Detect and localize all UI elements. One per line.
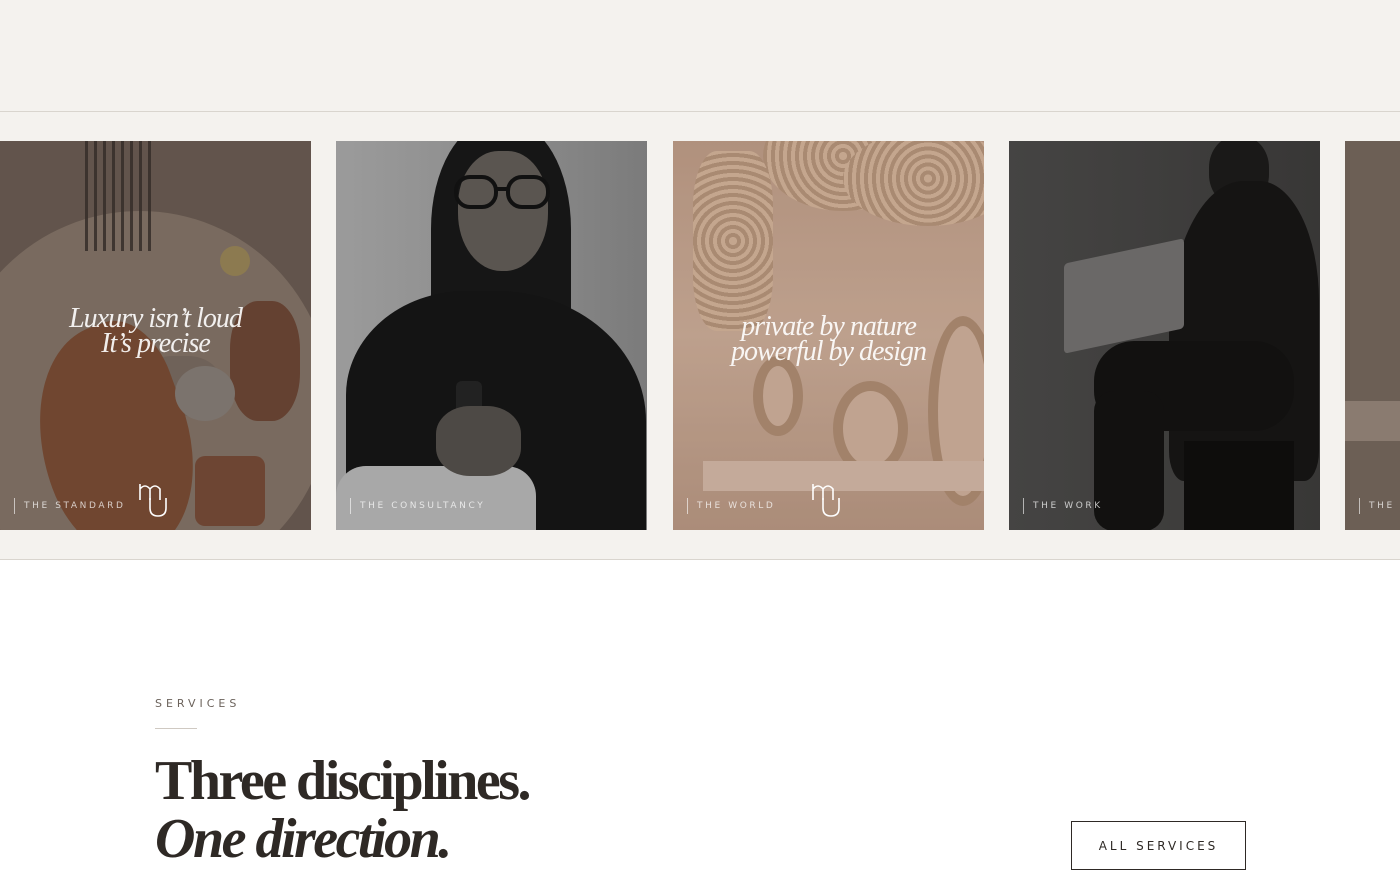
card-quote: private by nature powerful by design	[730, 311, 927, 367]
headline-line-2: One direction.	[155, 808, 452, 870]
monogram-logo-icon	[139, 484, 167, 517]
services-eyebrow: SERVICES	[155, 697, 241, 710]
image-carousel[interactable]: Luxury isn’t loud It’s precise THE STAND…	[0, 112, 1400, 560]
monogram-logo-icon	[812, 484, 840, 517]
header-band	[0, 0, 1400, 112]
card-quote: Luxury isn’t loud It’s precise	[69, 303, 243, 359]
card-caption: THE STANDARD	[14, 498, 126, 514]
eyebrow-divider	[155, 728, 197, 729]
headline-line-1: Three disciplines.	[155, 750, 532, 812]
carousel-card-standard[interactable]: Luxury isn’t loud It’s precise THE STAND…	[0, 141, 311, 530]
card-caption: THE WORK	[1023, 498, 1103, 514]
card-caption: THE WORLD	[687, 498, 775, 514]
carousel-card-partial[interactable]: THE	[1345, 141, 1400, 530]
glasses-image	[454, 175, 550, 209]
card-caption: THE CONSULTANCY	[350, 498, 485, 514]
card-caption: THE	[1359, 498, 1395, 514]
all-services-button[interactable]: ALL SERVICES	[1071, 821, 1246, 870]
carousel-card-work[interactable]: THE WORK	[1009, 141, 1320, 530]
carousel-card-world[interactable]: private by nature powerful by design THE…	[673, 141, 984, 530]
carousel-card-consultancy[interactable]: THE CONSULTANCY	[336, 141, 647, 530]
services-headline: Three disciplines. One direction.	[155, 750, 532, 870]
